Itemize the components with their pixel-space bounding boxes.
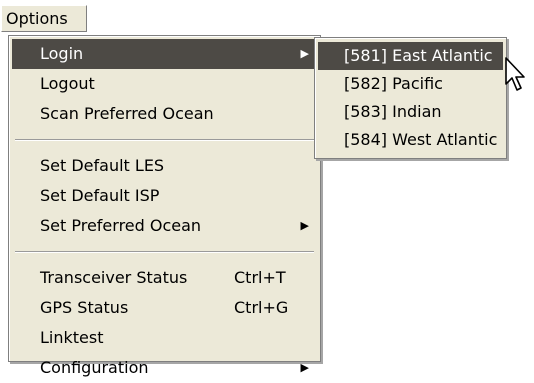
submenu-arrow-icon: ▶ [300,361,309,374]
submenu-arrow-icon: ▶ [300,219,309,232]
menu-item-label: GPS Status [40,298,129,317]
menu-item-set-default-isp[interactable]: Set Default ISP [12,181,317,211]
menu-item-scan-preferred-ocean[interactable]: Scan Preferred Ocean [12,99,317,129]
menu-item-label: Logout [40,74,95,93]
menu-item-configuration[interactable]: Configuration ▶ [12,353,317,383]
menu-item-transceiver-status[interactable]: Transceiver Status Ctrl+T [12,263,317,293]
menu-item-set-default-les[interactable]: Set Default LES [12,151,317,181]
menu-item-logout[interactable]: Logout [12,69,317,99]
submenu-item-label: [581] East Atlantic [344,46,493,65]
menu-item-label: Set Preferred Ocean [40,216,202,235]
submenu-arrow-icon: ▶ [300,47,309,60]
shortcut-label: Ctrl+T [234,268,286,287]
menu-item-label: Scan Preferred Ocean [40,104,214,123]
menu-item-label: Linktest [40,328,104,347]
submenu-item-582-pacific[interactable]: [582] Pacific [318,70,503,98]
options-menu[interactable]: Options [1,5,87,32]
menu-separator [15,251,314,253]
submenu-item-581-east-atlantic[interactable]: [581] East Atlantic [318,42,503,70]
shortcut-label: Ctrl+G [234,298,289,317]
options-dropdown: Login ▶ Logout Scan Preferred Ocean Set … [8,35,321,377]
submenu-item-label: [583] Indian [344,102,442,121]
menu-item-label: Login [40,44,84,63]
menu-item-linktest[interactable]: Linktest [12,323,317,353]
menu-item-label: Configuration [40,358,149,377]
submenu-item-583-indian[interactable]: [583] Indian [318,98,503,126]
menu-item-label: Set Default LES [40,156,165,175]
submenu-item-label: [584] West Atlantic [344,130,498,149]
menu-item-gps-status[interactable]: GPS Status Ctrl+G [12,293,317,323]
menu-item-login[interactable]: Login ▶ [12,39,317,69]
submenu-item-label: [582] Pacific [344,74,443,93]
submenu-item-584-west-atlantic[interactable]: [584] West Atlantic [318,126,503,154]
menu-item-label: Transceiver Status [40,268,188,287]
arrow-cursor-icon [505,57,525,91]
options-menu-label: Options [6,9,68,28]
login-submenu: [581] East Atlantic [582] Pacific [583] … [314,37,507,159]
menu-item-label: Set Default ISP [40,186,160,205]
menu-separator [15,139,314,141]
menu-item-set-preferred-ocean[interactable]: Set Preferred Ocean ▶ [12,211,317,241]
